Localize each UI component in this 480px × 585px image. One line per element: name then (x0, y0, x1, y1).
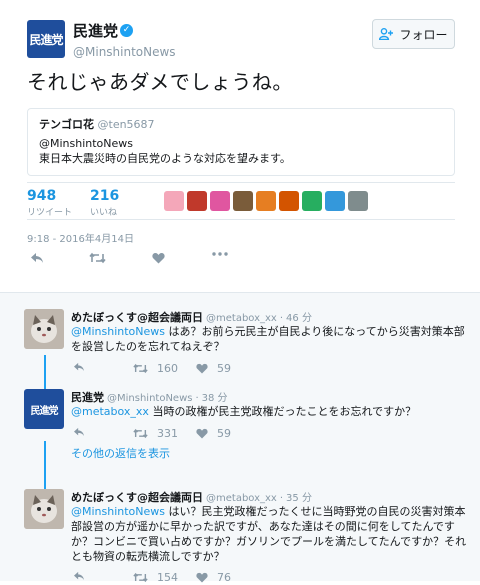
liker-avatar[interactable] (348, 191, 368, 211)
liker-avatar[interactable] (279, 191, 299, 211)
reply-header: めたぼっくす@超会議両日 @metabox_xx · 46 分 (71, 309, 312, 325)
reply-separator: · (195, 393, 199, 404)
retweet-icon (89, 252, 106, 264)
add-user-icon (379, 28, 394, 40)
quoted-tweet[interactable]: テンゴロ花 @ten5687 @MinshintoNews 東日本大震災時の自民… (27, 108, 455, 176)
retweet-icon (133, 363, 148, 374)
retweet-count: 160 (157, 362, 178, 375)
quoted-author-name: テンゴロ花 (39, 118, 94, 131)
author-logo-text: 民進党 (29, 32, 63, 47)
liker-avatar[interactable] (302, 191, 322, 211)
liker-avatar[interactable] (325, 191, 345, 211)
reply-mention[interactable]: @MinshintoNews (71, 505, 165, 518)
reply-age[interactable]: 46 分 (286, 313, 312, 324)
reply-header: 民進党 @MinshintoNews · 38 分 (71, 389, 228, 405)
reply-age[interactable]: 35 分 (286, 493, 312, 504)
retweet-stat[interactable]: 948 リツイート (27, 188, 72, 218)
reply-icon (74, 362, 84, 372)
retweet-count: 948 (27, 188, 57, 204)
reply-author-name[interactable]: めたぼっくす@超会議両日 (71, 311, 203, 324)
tweet-timestamp[interactable]: 9:18 - 2016年4月14日 (27, 230, 134, 245)
reply-icon (74, 427, 84, 437)
reply-icon (31, 253, 43, 263)
reply-text: @MinshintoNews はい？民主党政権だったくせに当時野党の自民の災害対… (71, 504, 467, 564)
retweet-icon (133, 572, 148, 583)
author-block: 民進党 ✓ @MinshintoNews (73, 20, 176, 59)
like-count: 216 (90, 188, 120, 204)
follow-label: フォロー (399, 27, 448, 42)
more-icon (212, 252, 228, 256)
more-button[interactable] (212, 252, 228, 256)
retweet-icon (133, 428, 148, 439)
author-avatar[interactable]: 民進党 (24, 389, 64, 429)
heart-icon (196, 363, 208, 374)
tweet-text: それじゃあダメでしょうね。 (27, 70, 293, 94)
reply-button[interactable] (30, 252, 44, 264)
follow-button[interactable]: フォロー (372, 19, 455, 49)
verified-icon: ✓ (120, 24, 134, 37)
replies-section: めたぼっくす@超会議両日 @metabox_xx · 46 分 @MinshintoN… (0, 292, 480, 584)
reply-logo-text: 民進党 (30, 405, 59, 417)
liker-avatar[interactable] (233, 191, 253, 211)
heart-icon (152, 253, 165, 264)
like-button[interactable]: 76 (196, 571, 231, 584)
quoted-text: 東日本大震災時の自民党のような対応を望みます。 (39, 152, 291, 165)
liker-avatar[interactable] (256, 191, 276, 211)
cat-avatar[interactable] (24, 489, 64, 529)
like-button[interactable]: 59 (196, 427, 231, 440)
reply-mention[interactable]: @metabox_xx (71, 405, 149, 418)
retweet-count: 154 (157, 571, 178, 584)
reply-button[interactable] (73, 571, 85, 581)
tweet-stats: 948 リツイート 216 いいね (27, 182, 455, 220)
retweet-label: リツイート (27, 208, 73, 218)
retweet-button[interactable]: 331 (133, 427, 178, 440)
retweet-button[interactable]: 160 (133, 362, 178, 375)
heart-icon (196, 428, 208, 439)
reply-header: めたぼっくす@超会議両日 @metabox_xx · 35 分 (71, 489, 312, 505)
liker-avatars (164, 191, 368, 211)
like-button[interactable] (152, 252, 165, 264)
author-handle[interactable]: @MinshintoNews (73, 45, 176, 59)
reply-button[interactable] (73, 362, 85, 372)
thread-line (44, 441, 46, 489)
reply-author-handle[interactable]: @metabox_xx (206, 313, 277, 324)
reply-button[interactable] (73, 427, 85, 437)
retweet-button[interactable]: 154 (133, 571, 178, 584)
author-avatar[interactable]: 民進党 (27, 20, 65, 58)
like-stat[interactable]: 216 いいね (90, 188, 119, 218)
reply-author-name[interactable]: めたぼっくす@超会議両日 (71, 491, 203, 504)
reply-body: 当時の政権が民主党政権だったことをお忘れですか？ (148, 405, 417, 418)
retweet-button[interactable] (89, 252, 106, 264)
liker-avatar[interactable] (210, 191, 230, 211)
like-count: 59 (217, 427, 231, 440)
author-name[interactable]: 民進党 (73, 20, 118, 41)
reply-age[interactable]: 38 分 (202, 393, 228, 404)
reply-text: @metabox_xx 当時の政権が民主党政権だったことをお忘れですか？ (71, 404, 467, 419)
like-count: 59 (217, 362, 231, 375)
reply-separator: · (279, 313, 284, 324)
reply-icon (74, 571, 84, 581)
cat-avatar[interactable] (24, 309, 64, 349)
show-more-replies-link[interactable]: その他の返信を表示 (71, 445, 170, 461)
liker-avatar[interactable] (164, 191, 184, 211)
like-button[interactable]: 59 (196, 362, 231, 375)
liker-avatar[interactable] (187, 191, 207, 211)
reply-separator: · (279, 493, 284, 504)
reply-author-name[interactable]: 民進党 (71, 391, 104, 404)
quoted-author-handle: @ten5687 (97, 118, 155, 131)
heart-icon (196, 572, 208, 583)
reply-author-handle[interactable]: @MinshintoNews (107, 393, 192, 404)
like-label: いいね (90, 208, 118, 218)
main-tweet: 民進党 民進党 ✓ @MinshintoNews フォロー それじゃあダメでしょう… (0, 0, 480, 290)
reply-author-handle[interactable]: @metabox_xx (206, 493, 277, 504)
quoted-mention: @MinshintoNews (39, 137, 134, 150)
retweet-count: 331 (157, 427, 178, 440)
reply-text: @MinshintoNews はあ？お前ら元民主が自民より後になってから災害対策… (71, 324, 467, 354)
like-count: 76 (217, 571, 231, 584)
reply-mention[interactable]: @MinshintoNews (71, 325, 165, 338)
